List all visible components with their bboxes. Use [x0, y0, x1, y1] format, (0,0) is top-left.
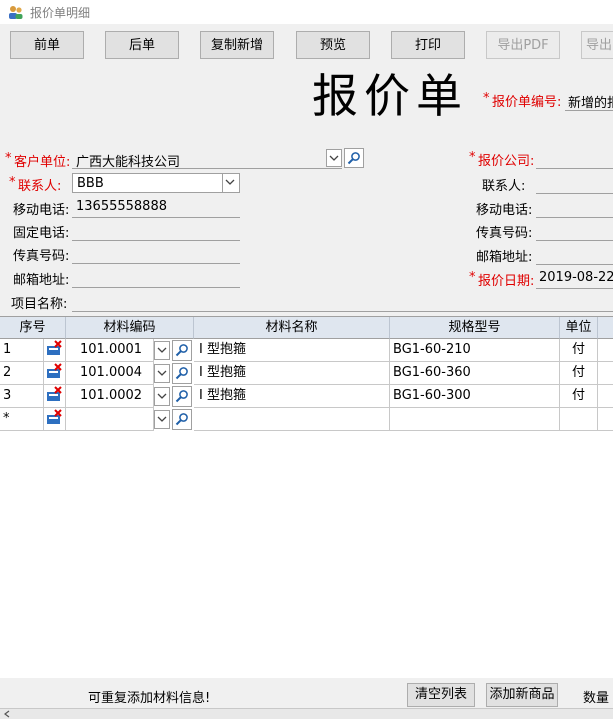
document-title: 报价单 [312, 69, 468, 123]
column-header-unit[interactable]: 单位 [560, 317, 598, 339]
quantity-label: 数量 [583, 691, 610, 706]
required-mark: * [5, 151, 12, 166]
quote-no-field[interactable]: 新增的报 [568, 92, 613, 111]
code-cell[interactable]: 101.0002 [66, 385, 154, 408]
required-mark: * [9, 175, 16, 190]
row-delete-button[interactable] [44, 362, 66, 385]
column-header-code[interactable]: 材料编码 [66, 317, 194, 339]
add-product-button[interactable]: 添加新商品 [486, 683, 558, 707]
export-pdf-button[interactable]: 导出PDF [486, 31, 560, 59]
scroll-left-icon[interactable] [3, 710, 11, 718]
preview-button[interactable]: 预览 [296, 31, 370, 59]
spec-cell[interactable]: BG1-60-300 [390, 385, 560, 408]
required-mark: * [483, 91, 490, 106]
code-search-button[interactable] [172, 363, 192, 384]
right-email-label: 邮箱地址: [476, 250, 533, 265]
spec-cell[interactable]: BG1-60-210 [390, 339, 560, 362]
contact-select[interactable]: BBB [72, 173, 240, 193]
seq-cell[interactable]: 1 [0, 339, 44, 362]
right-fax-label: 传真号码: [476, 226, 533, 241]
column-header-name[interactable]: 材料名称 [194, 317, 390, 339]
next-button[interactable]: 后单 [105, 31, 179, 59]
fax-label: 传真号码: [13, 249, 70, 264]
required-mark: * [469, 150, 476, 165]
delete-row-icon [47, 409, 62, 424]
delete-row-icon [47, 340, 62, 355]
code-search-button[interactable] [172, 409, 192, 430]
code-cell[interactable]: 101.0001 [66, 339, 154, 362]
chevron-down-icon [329, 155, 339, 161]
window-title: 报价单明细 [30, 6, 91, 20]
date-field[interactable]: 2019-08-22 [539, 270, 613, 285]
chevron-down-icon [157, 370, 167, 376]
search-icon [175, 367, 188, 380]
phone-label: 固定电话: [13, 226, 70, 241]
code-dropdown-button[interactable] [154, 364, 170, 383]
window-titlebar: 报价单明细 [0, 0, 613, 24]
search-icon [175, 390, 188, 403]
new-row-marker: * [0, 408, 44, 431]
code-search-button[interactable] [172, 386, 192, 407]
mobile-field[interactable]: 13655558888 [76, 199, 167, 214]
name-cell[interactable] [194, 408, 390, 431]
export-button[interactable]: 导出 [581, 31, 613, 59]
code-dropdown-button[interactable] [154, 341, 170, 360]
unit-cell[interactable] [560, 408, 598, 431]
customer-dropdown-button[interactable] [326, 149, 342, 167]
quote-no-label: 报价单编号: [492, 95, 562, 110]
required-mark: * [469, 270, 476, 285]
clear-list-button[interactable]: 清空列表 [407, 683, 475, 707]
unit-cell[interactable]: 付 [560, 339, 598, 362]
code-search-button[interactable] [172, 340, 192, 361]
search-icon [347, 152, 360, 165]
delete-row-icon [47, 363, 62, 378]
seq-cell[interactable]: 3 [0, 385, 44, 408]
materials-grid: 序号 材料编码 材料名称 规格型号 单位 1 101.0001 I 型抱箍 BG… [0, 316, 613, 679]
date-label: 报价日期: [478, 274, 535, 289]
customer-label: 客户单位: [14, 155, 71, 170]
right-mobile-label: 移动电话: [476, 203, 533, 218]
spec-cell[interactable]: BG1-60-360 [390, 362, 560, 385]
search-icon [175, 413, 188, 426]
project-label: 项目名称: [11, 297, 68, 312]
chevron-down-icon [225, 179, 235, 185]
hint-text: 可重复添加材料信息! [88, 691, 211, 706]
name-cell[interactable]: I 型抱箍 [194, 339, 390, 362]
print-button[interactable]: 打印 [391, 31, 465, 59]
column-header-spec[interactable]: 规格型号 [390, 317, 560, 339]
contact-label: 联系人: [18, 179, 62, 194]
chevron-down-icon [157, 393, 167, 399]
row-delete-button[interactable] [44, 339, 66, 362]
contact-dropdown-button[interactable] [222, 174, 238, 192]
email-label: 邮箱地址: [13, 273, 70, 288]
unit-cell[interactable]: 付 [560, 362, 598, 385]
contact-value: BBB [77, 176, 104, 191]
copy-new-button[interactable]: 复制新增 [200, 31, 274, 59]
unit-cell[interactable]: 付 [560, 385, 598, 408]
users-icon [9, 6, 23, 19]
name-cell[interactable]: I 型抱箍 [194, 362, 390, 385]
customer-search-button[interactable] [344, 148, 364, 168]
delete-row-icon [47, 386, 62, 401]
row-delete-button[interactable] [44, 385, 66, 408]
chevron-down-icon [157, 347, 167, 353]
spec-cell[interactable] [390, 408, 560, 431]
seq-cell[interactable]: 2 [0, 362, 44, 385]
code-dropdown-button[interactable] [154, 387, 170, 406]
mobile-label: 移动电话: [13, 203, 70, 218]
column-header-seq[interactable]: 序号 [0, 317, 66, 339]
code-cell[interactable]: 101.0004 [66, 362, 154, 385]
company-label: 报价公司: [478, 154, 535, 169]
chevron-down-icon [157, 416, 167, 422]
prev-button[interactable]: 前单 [10, 31, 84, 59]
right-contact-label: 联系人: [482, 179, 526, 194]
code-cell[interactable] [66, 408, 154, 431]
code-dropdown-button[interactable] [154, 410, 170, 429]
horizontal-scrollbar[interactable] [0, 708, 613, 719]
name-cell[interactable]: I 型抱箍 [194, 385, 390, 408]
row-delete-button[interactable] [44, 408, 66, 431]
search-icon [175, 344, 188, 357]
